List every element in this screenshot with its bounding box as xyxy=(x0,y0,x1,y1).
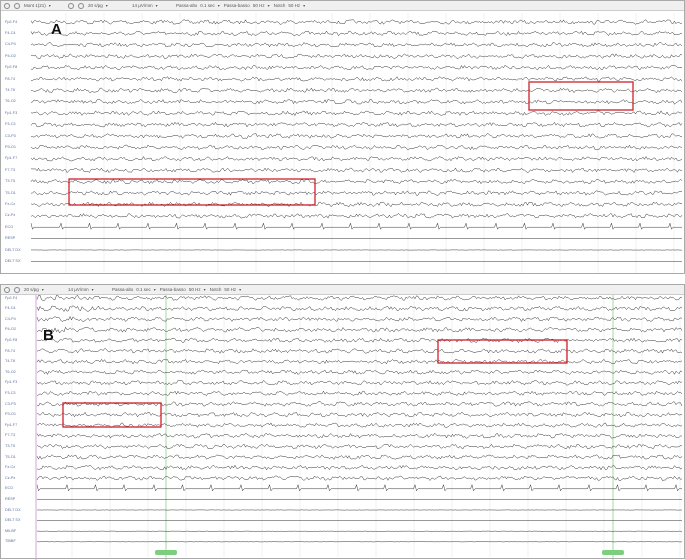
eeg-trace xyxy=(31,223,682,229)
eeg-trace xyxy=(31,179,682,184)
channel-label: Fp2-F4 xyxy=(5,296,17,300)
channel-label: T4-T6 xyxy=(5,88,15,92)
channel-label: T3-T5 xyxy=(5,179,15,183)
eeg-trace xyxy=(31,54,682,59)
eeg-trace xyxy=(31,122,682,127)
channel-label: C4-P4 xyxy=(5,317,16,321)
channel-label: F4-C4 xyxy=(5,306,16,310)
channel-label: Fp1-F3 xyxy=(5,111,17,115)
channel-label: T6-O2 xyxy=(5,370,16,374)
eeg-trace xyxy=(31,42,682,47)
channel-label: F3-C3 xyxy=(5,391,16,395)
channel-label: Fp2-F4 xyxy=(5,20,17,24)
channel-label: P3-O1 xyxy=(5,412,16,416)
channel-label: DELT SX xyxy=(5,259,20,263)
highlight-box xyxy=(529,82,633,110)
channel-label: P3-O1 xyxy=(5,145,16,149)
channel-label: Cz-Pz xyxy=(5,213,15,217)
channel-label: RESP xyxy=(5,236,15,240)
eeg-trace xyxy=(37,349,682,354)
eeg-trace xyxy=(31,65,682,70)
eeg-trace xyxy=(31,77,682,82)
channel-label: TIBBF xyxy=(5,539,16,543)
eeg-trace xyxy=(37,316,682,321)
channel-label: DELT SX xyxy=(5,518,20,522)
eeg-trace xyxy=(37,391,682,396)
eeg-trace xyxy=(37,327,682,333)
channel-label: F7-T3 xyxy=(5,433,15,437)
eeg-traces-a xyxy=(1,1,685,275)
eeg-trace xyxy=(31,214,682,219)
channel-label: ECG xyxy=(5,225,13,229)
channel-label: F8-T4 xyxy=(5,77,15,81)
channel-label: T5-O1 xyxy=(5,455,16,459)
eeg-trace xyxy=(31,157,682,162)
eeg-trace xyxy=(31,145,682,150)
channel-label: C3-P3 xyxy=(5,402,16,406)
eeg-trace xyxy=(31,20,682,25)
eeg-trace xyxy=(31,88,682,93)
channel-label: T4-T6 xyxy=(5,359,15,363)
channel-label: Fp1-F7 xyxy=(5,423,17,427)
channel-label: Fp1-F3 xyxy=(5,380,17,384)
channel-label: C3-P3 xyxy=(5,134,16,138)
eeg-trace xyxy=(37,433,682,438)
channel-label: T6-O2 xyxy=(5,99,16,103)
eeg-trace xyxy=(31,31,682,36)
eeg-trace xyxy=(37,295,682,300)
eeg-trace xyxy=(37,455,682,460)
eeg-trace xyxy=(31,168,682,173)
channel-label: F3-C3 xyxy=(5,122,16,126)
eeg-trace xyxy=(37,412,682,417)
channel-label: P4-O2 xyxy=(5,327,16,331)
channel-label: C4-P4 xyxy=(5,42,16,46)
channel-label: ECG xyxy=(5,486,13,490)
eeg-trace xyxy=(37,476,682,481)
channel-label: RESP xyxy=(5,497,15,501)
channel-label: F8-T4 xyxy=(5,349,15,353)
eeg-trace xyxy=(37,306,682,312)
channel-label: DELT DX xyxy=(5,508,21,512)
channel-label: F4-C4 xyxy=(5,31,16,35)
eeg-trace xyxy=(37,485,682,491)
event-marker-tag xyxy=(602,550,624,555)
event-marker-tag xyxy=(155,550,177,555)
eeg-trace xyxy=(37,402,682,407)
channel-label: Fp1-F7 xyxy=(5,156,17,160)
panel-letter-b: B xyxy=(43,327,54,344)
channel-label: DELT DX xyxy=(5,248,21,252)
channel-label: MILBF xyxy=(5,529,16,533)
channel-label: Fz-Cz xyxy=(5,465,15,469)
eeg-trace xyxy=(37,359,682,364)
panel-letter-a: A xyxy=(51,21,62,38)
channel-label: Cz-Pz xyxy=(5,476,15,480)
eeg-panel-b: 20 s/pg▾ 14 µV/mm▾ Passa-alto0.1 sec▾ Pa… xyxy=(0,284,685,559)
eeg-trace xyxy=(37,381,682,386)
channel-label: T5-O1 xyxy=(5,191,16,195)
channel-label: Fz-Cz xyxy=(5,202,15,206)
eeg-trace xyxy=(31,111,682,116)
eeg-traces-b xyxy=(1,285,685,560)
eeg-trace xyxy=(37,338,682,343)
channel-label: Fp2-F8 xyxy=(5,65,17,69)
channel-label: P4-O2 xyxy=(5,54,16,58)
channel-label: F7-T3 xyxy=(5,168,15,172)
eeg-trace xyxy=(31,134,682,139)
channel-label: Fp2-F8 xyxy=(5,338,17,342)
eeg-panel-a: Mont 1(21)▾ 20 s/pg▾ 14 µV/mm▾ Passa-alt… xyxy=(0,0,685,274)
eeg-trace xyxy=(37,465,682,470)
eeg-trace xyxy=(31,99,682,104)
eeg-trace xyxy=(37,444,682,449)
channel-label: T3-T5 xyxy=(5,444,15,448)
eeg-trace xyxy=(31,191,682,196)
eeg-trace xyxy=(37,370,682,375)
